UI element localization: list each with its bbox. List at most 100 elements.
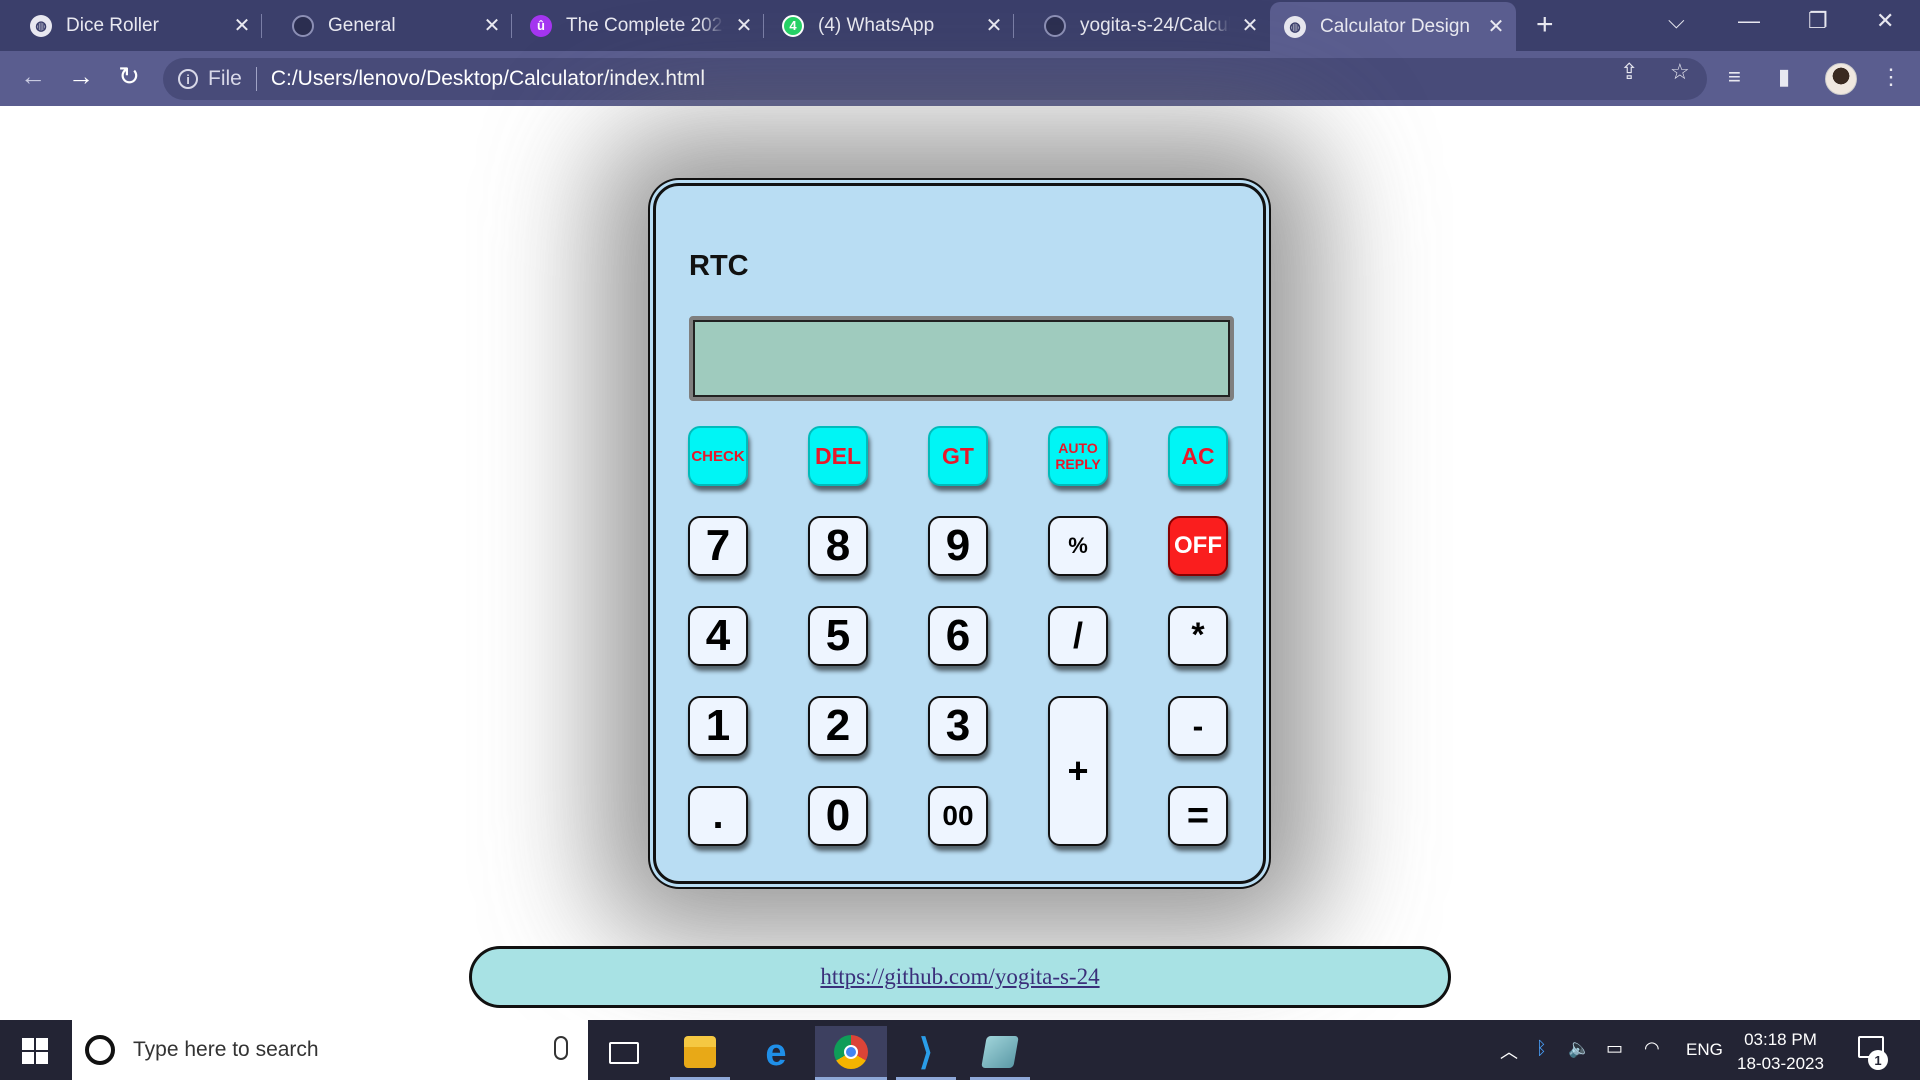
check-button[interactable]: CHECK: [688, 426, 748, 486]
restore-button[interactable]: ❐: [1808, 8, 1828, 34]
notes-app-button[interactable]: [970, 1026, 1030, 1080]
key-2[interactable]: 2: [808, 696, 868, 756]
volume-icon[interactable]: 🔈: [1568, 1038, 1590, 1059]
microphone-icon[interactable]: [554, 1036, 568, 1060]
plus-button[interactable]: +: [1048, 696, 1108, 846]
tab-search-icon[interactable]: ⌵: [1668, 8, 1685, 34]
key-3[interactable]: 3: [928, 696, 988, 756]
calculator-brand: RTC: [689, 250, 749, 282]
close-icon[interactable]: ✕: [1230, 13, 1270, 38]
tab-dice-roller[interactable]: ◍ Dice Roller ✕: [0, 0, 262, 51]
whatsapp-badge: 4: [789, 18, 797, 33]
search-placeholder: Type here to search: [133, 1038, 319, 1061]
browser-toolbar: ← → ↻ i File C:/Users/lenovo/Desktop/Cal…: [0, 51, 1920, 106]
info-icon[interactable]: i: [178, 69, 198, 89]
close-icon[interactable]: ✕: [1476, 14, 1516, 39]
close-icon[interactable]: ✕: [472, 13, 512, 38]
key-6[interactable]: 6: [928, 606, 988, 666]
divide-button[interactable]: /: [1048, 606, 1108, 666]
language-indicator[interactable]: ENG: [1686, 1040, 1723, 1060]
off-button[interactable]: OFF: [1168, 516, 1228, 576]
key-8[interactable]: 8: [808, 516, 868, 576]
tab-calculator-design[interactable]: ◍ Calculator Design ✕: [1270, 2, 1516, 51]
avatar[interactable]: [1825, 63, 1857, 95]
minimize-button[interactable]: —: [1738, 8, 1760, 34]
chrome-icon-center: [844, 1044, 858, 1059]
url-text[interactable]: C:/Users/lenovo/Desktop/Calculator/index…: [271, 67, 705, 91]
percent-button[interactable]: %: [1048, 516, 1108, 576]
edge-icon: e: [765, 1031, 787, 1074]
vscode-icon: ⟩: [918, 1030, 934, 1072]
forward-button[interactable]: →: [64, 61, 98, 92]
menu-kebab-icon[interactable]: ⋮: [1880, 64, 1902, 90]
wifi-icon[interactable]: ◠: [1644, 1038, 1660, 1059]
tab-whatsapp[interactable]: 4 (4) WhatsApp ✕: [764, 0, 1014, 51]
tab-github-calculator[interactable]: yogita-s-24/Calcula ✕: [1014, 0, 1270, 51]
close-icon[interactable]: ✕: [222, 13, 262, 38]
chrome-button[interactable]: [815, 1026, 887, 1080]
grand-total-button[interactable]: GT: [928, 426, 988, 486]
all-clear-button[interactable]: AC: [1168, 426, 1228, 486]
tab-title: The Complete 2023: [566, 14, 724, 36]
github-icon: [1044, 14, 1066, 37]
tab-title: Calculator Design: [1320, 15, 1470, 37]
github-profile-link[interactable]: https://github.com/yogita-s-24: [820, 964, 1099, 990]
tab-title: (4) WhatsApp: [818, 14, 935, 36]
close-icon[interactable]: ✕: [974, 13, 1014, 38]
tray-overflow-icon[interactable]: ︿: [1500, 1038, 1518, 1064]
equals-button[interactable]: =: [1168, 786, 1228, 846]
key-7[interactable]: 7: [688, 516, 748, 576]
task-view-button[interactable]: [594, 1026, 654, 1080]
windows-start-icon[interactable]: [22, 1038, 48, 1064]
chrome-icon: [834, 1034, 868, 1069]
battery-icon[interactable]: ▭: [1606, 1038, 1623, 1059]
calculator-display: [689, 316, 1234, 401]
tab-title: Dice Roller: [66, 14, 159, 36]
vscode-button[interactable]: ⟩: [896, 1026, 956, 1080]
back-button[interactable]: ←: [16, 61, 50, 92]
key-1[interactable]: 1: [688, 696, 748, 756]
tab-general[interactable]: General ✕: [262, 0, 512, 51]
taskbar-search[interactable]: Type here to search: [72, 1020, 588, 1080]
windows-taskbar: Type here to search e ⟩ ︿ ᛒ 🔈 ▭ ◠ ENG 03…: [0, 1020, 1920, 1080]
key-4[interactable]: 4: [688, 606, 748, 666]
tab-complete-course[interactable]: û The Complete 2023 ✕: [512, 0, 764, 51]
taskbar-clock[interactable]: 03:18 PM 18-03-2023: [1737, 1028, 1824, 1076]
browser-tab-strip: ◍ Dice Roller ✕ General ✕ û The Complete…: [0, 0, 1920, 51]
tab-title: General: [328, 14, 396, 36]
address-divider: [255, 67, 257, 91]
delete-button[interactable]: DEL: [808, 426, 868, 486]
reload-button[interactable]: ↻: [112, 61, 146, 92]
key-9[interactable]: 9: [928, 516, 988, 576]
clock-time: 03:18 PM: [1744, 1030, 1817, 1049]
calculator: RTC CHECK DEL GT AUTO REPLY AC 7 8 9 % O…: [653, 183, 1266, 884]
close-window-button[interactable]: ✕: [1876, 8, 1894, 34]
github-icon: [292, 14, 314, 37]
share-icon[interactable]: ⇪: [1620, 59, 1638, 85]
cortana-icon: [85, 1035, 115, 1065]
address-bar[interactable]: i File C:/Users/lenovo/Desktop/Calculato…: [163, 58, 1707, 100]
file-explorer-button[interactable]: [670, 1026, 730, 1080]
key-0[interactable]: 0: [808, 786, 868, 846]
key-5[interactable]: 5: [808, 606, 868, 666]
udemy-icon: û: [530, 14, 552, 37]
minus-button[interactable]: -: [1168, 696, 1228, 756]
whatsapp-icon: 4: [782, 14, 804, 37]
globe-icon: ◍: [1284, 15, 1306, 38]
scheme-label: File: [208, 67, 242, 90]
github-link-bar: https://github.com/yogita-s-24: [469, 946, 1451, 1008]
task-view-icon: [609, 1042, 639, 1064]
reading-list-icon[interactable]: ≡: [1728, 64, 1741, 90]
edge-button[interactable]: e: [746, 1026, 806, 1080]
multiply-button[interactable]: *: [1168, 606, 1228, 666]
auto-reply-button[interactable]: AUTO REPLY: [1048, 426, 1108, 486]
side-panel-icon[interactable]: ▮: [1778, 64, 1790, 90]
close-icon[interactable]: ✕: [724, 13, 764, 38]
page-content: RTC CHECK DEL GT AUTO REPLY AC 7 8 9 % O…: [0, 106, 1920, 1020]
bluetooth-icon[interactable]: ᛒ: [1536, 1038, 1547, 1059]
bookmark-star-icon[interactable]: ☆: [1670, 59, 1690, 85]
key-double-zero[interactable]: 00: [928, 786, 988, 846]
new-tab-button[interactable]: +: [1536, 8, 1554, 42]
decimal-button[interactable]: .: [688, 786, 748, 846]
notification-badge: 1: [1868, 1050, 1888, 1070]
